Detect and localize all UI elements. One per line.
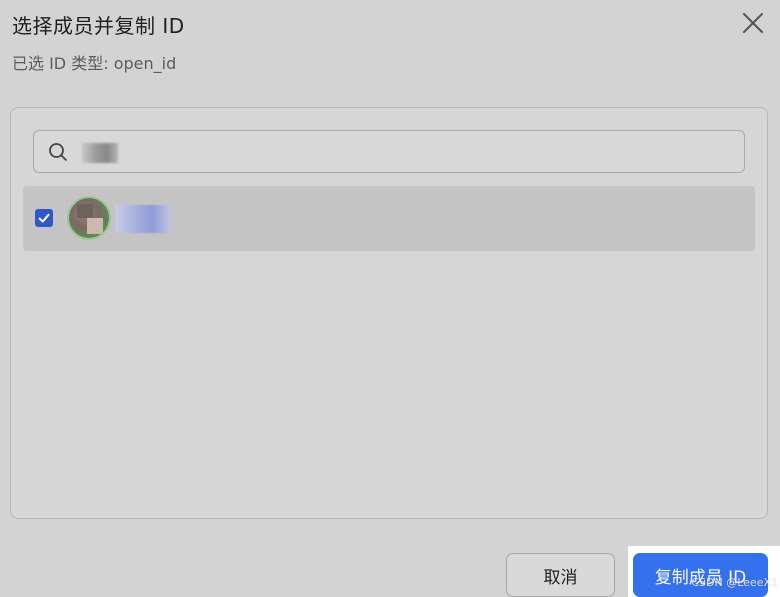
member-checkbox[interactable] — [35, 209, 53, 227]
member-avatar — [67, 196, 111, 240]
checkmark-icon — [38, 213, 50, 223]
close-button[interactable] — [742, 12, 764, 34]
dialog-title: 选择成员并复制 ID — [12, 14, 185, 38]
close-icon — [743, 13, 763, 33]
search-icon — [49, 143, 67, 161]
copy-member-id-button[interactable]: 复制成员 ID — [633, 553, 768, 597]
search-input[interactable] — [33, 130, 745, 173]
member-name-redacted — [115, 205, 171, 233]
member-row[interactable] — [23, 186, 755, 251]
search-query-redacted — [82, 143, 118, 163]
cancel-button[interactable]: 取消 — [506, 553, 615, 597]
member-list-panel — [10, 107, 768, 519]
select-members-dialog: 选择成员并复制 ID 已选 ID 类型: open_id 取消 复制成员 ID … — [0, 0, 780, 597]
watermark: CSDN @LeeeX1 — [691, 576, 778, 589]
id-type-label: 已选 ID 类型: open_id — [12, 54, 177, 73]
